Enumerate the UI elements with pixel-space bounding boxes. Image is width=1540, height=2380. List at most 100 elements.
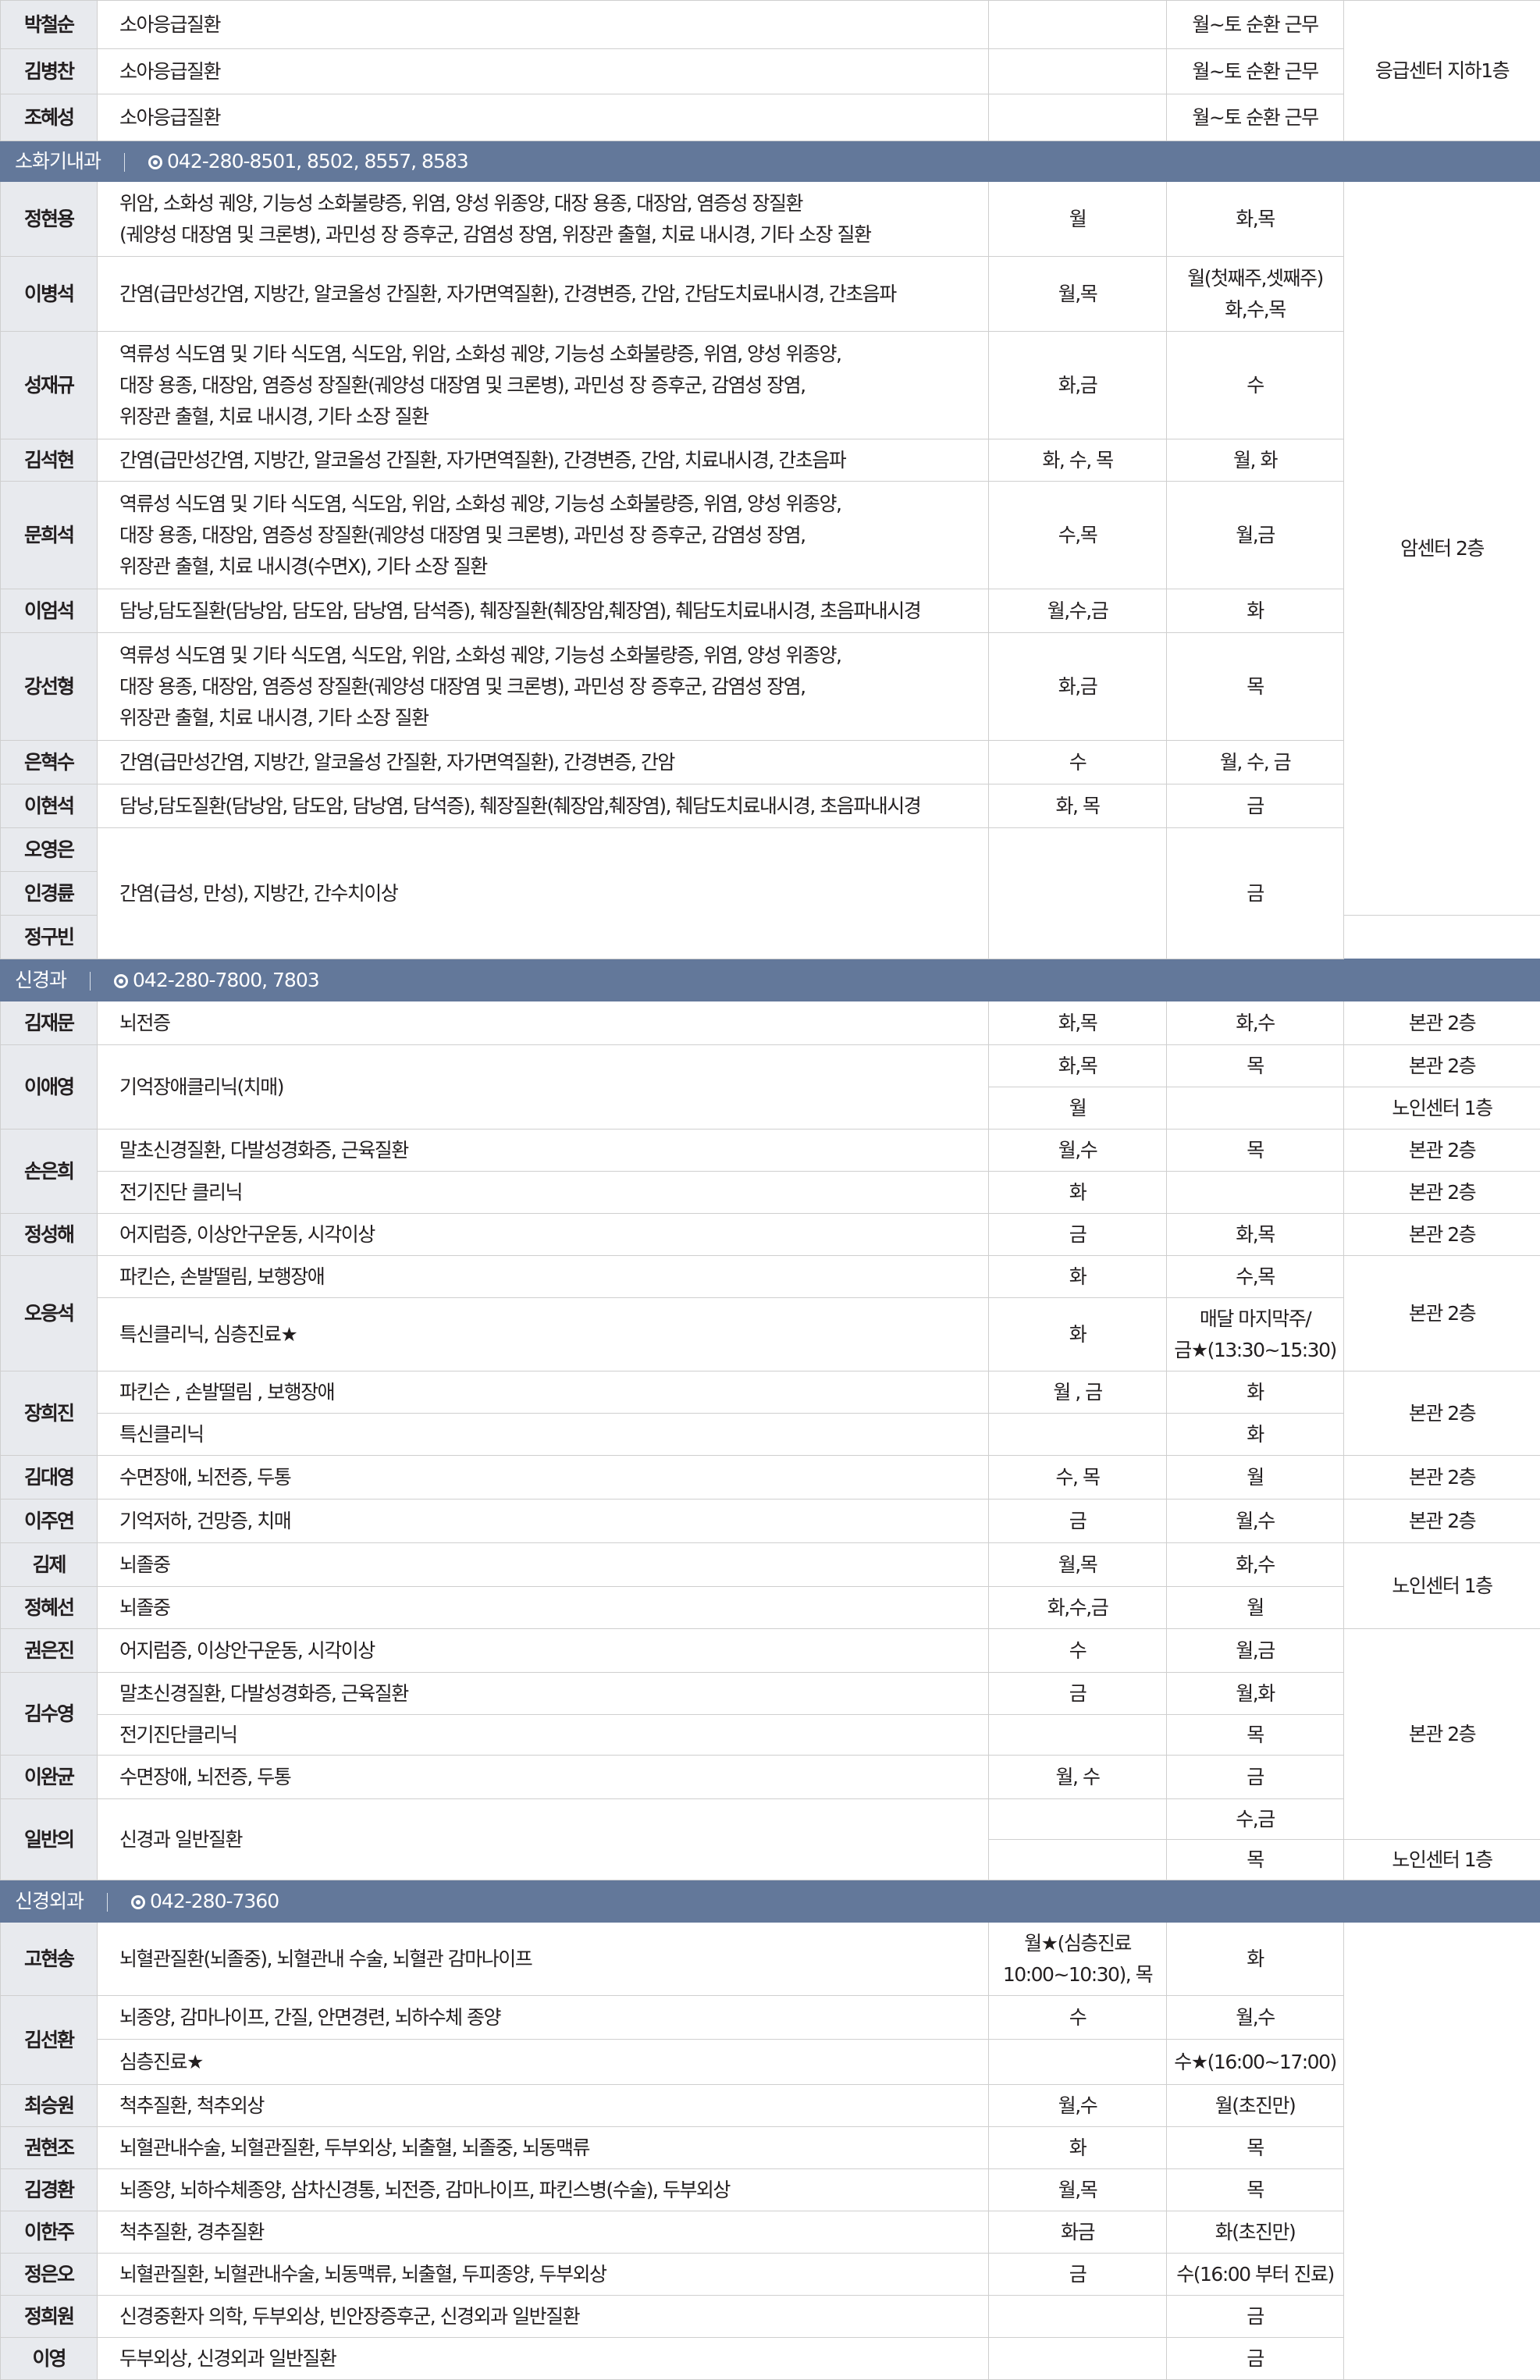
clinic-days-line: 매달 마지막주/ <box>1167 1304 1343 1335</box>
clinic-days: 수 <box>1167 332 1344 439</box>
specialty: 소아응급질환 <box>98 94 989 141</box>
clinic-days: 월,화 <box>1167 1673 1344 1715</box>
outpatient-days-line: 10:00~10:30), 목 <box>989 1959 1166 1990</box>
specialty: 뇌졸중 <box>98 1587 989 1629</box>
table-row: 일반의신경과 일반질환수,금본관 2층 <box>1 1799 1540 1840</box>
specialty: 두부외상, 신경외과 일반질환 <box>98 2338 989 2380</box>
specialty-line: 위장관 출혈, 치료 내시경(수면X), 기타 소장 질환 <box>119 551 988 582</box>
specialty: 기억저하, 건망증, 치매 <box>98 1500 989 1543</box>
table-row: 문희석역류성 식도염 및 기타 식도염, 식도암, 위암, 소화성 궤양, 기능… <box>1 482 1540 589</box>
doctor-name: 정혜선 <box>1 1587 98 1629</box>
table-row: 이병석간염(급만성간염, 지방간, 알코올성 간질환, 자가면역질환), 간경변… <box>1 257 1540 332</box>
department-name: 신경과 <box>15 969 66 991</box>
specialty: 뇌전증 <box>98 1001 989 1045</box>
location: 본관 2층 <box>1344 1371 1540 1456</box>
clinic-days: 월 <box>1167 1587 1344 1629</box>
outpatient-days <box>989 2040 1167 2085</box>
doctor-name: 김선환 <box>1 1996 98 2085</box>
doctor-name: 장희진 <box>1 1371 98 1456</box>
clinic-days: 월(초진만) <box>1167 2085 1344 2127</box>
table-row: 손은희말초신경질환, 다발성경화증, 근육질환월,수목본관 2층 <box>1 1130 1540 1172</box>
department-phone: 042-280-7360 <box>150 1890 279 1912</box>
specialty-line: 위장관 출혈, 치료 내시경, 기타 소장 질환 <box>119 401 988 432</box>
clinic-days: 화 <box>1167 589 1344 633</box>
specialty-line: 대장 용종, 대장암, 염증성 장질환(궤양성 대장염 및 크론병), 과민성 … <box>119 520 988 551</box>
specialty: 수면장애, 뇌전증, 두통 <box>98 1756 989 1799</box>
specialty: 말초신경질환, 다발성경화증, 근육질환 <box>98 1130 989 1172</box>
specialty: 간염(급만성간염, 지방간, 알코올성 간질환, 자가면역질환), 간경변증, … <box>98 741 989 784</box>
clinic-days: 금 <box>1167 2296 1344 2338</box>
specialty: 간염(급성, 만성), 지방간, 간수치이상 <box>98 828 989 959</box>
table-row: 김재문뇌전증화,목화,수본관 2층 <box>1 1001 1540 1045</box>
specialty: 말초신경질환, 다발성경화증, 근육질환 <box>98 1673 989 1715</box>
clinic-days: 수(16:00 부터 진료) <box>1167 2254 1344 2296</box>
clinic-days: 매달 마지막주/금★(13:30~15:30) <box>1167 1298 1344 1371</box>
specialty: 역류성 식도염 및 기타 식도염, 식도암, 위암, 소화성 궤양, 기능성 소… <box>98 633 989 741</box>
clinic-days: 월,금 <box>1167 482 1344 589</box>
specialty: 소아응급질환 <box>98 1 989 49</box>
outpatient-days: 월,수 <box>989 1130 1167 1172</box>
outpatient-days <box>989 1799 1167 1840</box>
location: 노인센터 1층 <box>1344 1543 1540 1629</box>
outpatient-days: 월 <box>989 182 1167 257</box>
specialty-line: 대장 용종, 대장암, 염증성 장질환(궤양성 대장염 및 크론병), 과민성 … <box>119 370 988 401</box>
doctor-name: 최승원 <box>1 2085 98 2127</box>
doctor-name: 강선형 <box>1 633 98 741</box>
department-name: 소화기내과 <box>15 150 101 173</box>
phone-icon <box>114 974 128 988</box>
specialty: 뇌종양, 감마나이프, 간질, 안면경련, 뇌하수체 종양 <box>98 1996 989 2040</box>
clinic-days <box>1167 1172 1344 1214</box>
outpatient-days: 화금 <box>989 2211 1167 2254</box>
outpatient-days <box>989 49 1167 94</box>
location: 본관 2층 <box>1344 1045 1540 1087</box>
location <box>1344 1923 1540 2380</box>
clinic-days: 화,수 <box>1167 1001 1344 1045</box>
table-row: 전기진단클리닉목 <box>1 1715 1540 1756</box>
specialty-line: 역류성 식도염 및 기타 식도염, 식도암, 위암, 소화성 궤양, 기능성 소… <box>119 339 988 370</box>
location: 본관 2층 <box>1344 1214 1540 1256</box>
outpatient-days: 금 <box>989 1500 1167 1543</box>
doctor-name: 정성해 <box>1 1214 98 1256</box>
specialty: 수면장애, 뇌전증, 두통 <box>98 1456 989 1500</box>
clinic-days: 금 <box>1167 2338 1344 2380</box>
outpatient-days: 화,금 <box>989 633 1167 741</box>
doctor-name: 이현석 <box>1 784 98 828</box>
clinic-days: 월, 수, 금 <box>1167 741 1344 784</box>
outpatient-days: 화,수,금 <box>989 1587 1167 1629</box>
department-phone: 042-280-8501, 8502, 8557, 8583 <box>167 150 468 173</box>
doctor-name: 오응석 <box>1 1256 98 1371</box>
department-header: 신경외과 042-280-7360 <box>1 1880 1540 1923</box>
location: 본관 2층 <box>1344 1629 1540 1840</box>
doctor-name: 고현송 <box>1 1923 98 1996</box>
clinic-days: 목 <box>1167 1045 1344 1087</box>
specialty: 역류성 식도염 및 기타 식도염, 식도암, 위암, 소화성 궤양, 기능성 소… <box>98 482 989 589</box>
table-row: 정혜선뇌졸중화,수,금월 <box>1 1587 1540 1629</box>
location: 본관 2층 <box>1344 1001 1540 1045</box>
department-name: 신경외과 <box>15 1890 84 1912</box>
clinic-days: 월~토 순환 근무 <box>1167 1 1344 49</box>
specialty: 뇌졸중 <box>98 1543 989 1587</box>
clinic-days: 화,목 <box>1167 182 1344 257</box>
doctor-name: 문희석 <box>1 482 98 589</box>
location: 본관 2층 <box>1344 1256 1540 1371</box>
doctor-name: 성재규 <box>1 332 98 439</box>
doctor-name: 인경륜 <box>1 872 98 916</box>
specialty: 신경중환자 의학, 두부외상, 빈안장증후군, 신경외과 일반질환 <box>98 2296 989 2338</box>
doctor-name: 이완균 <box>1 1756 98 1799</box>
table-row: 정성해어지럼증, 이상안구운동, 시각이상금화,목본관 2층 <box>1 1214 1540 1256</box>
table-row: 이주연기억저하, 건망증, 치매금월,수본관 2층 <box>1 1500 1540 1543</box>
specialty: 간염(급만성간염, 지방간, 알코올성 간질환, 자가면역질환), 간경변증, … <box>98 257 989 332</box>
doctor-name: 이엄석 <box>1 589 98 633</box>
doctor-name: 김재문 <box>1 1001 98 1045</box>
outpatient-days <box>989 1840 1167 1880</box>
specialty: 뇌혈관질환(뇌졸중), 뇌혈관내 수술, 뇌혈관 감마나이프 <box>98 1923 989 1996</box>
doctor-name: 이영 <box>1 2338 98 2380</box>
doctor-name: 권현조 <box>1 2127 98 2169</box>
location: 암센터 2층 <box>1344 182 1540 916</box>
table-row: 전기진단 클리닉화본관 2층 <box>1 1172 1540 1214</box>
table-row: 김대영수면장애, 뇌전증, 두통수, 목월본관 2층 <box>1 1456 1540 1500</box>
outpatient-days: 화,목 <box>989 1045 1167 1087</box>
specialty-line: 역류성 식도염 및 기타 식도염, 식도암, 위암, 소화성 궤양, 기능성 소… <box>119 640 988 671</box>
outpatient-days: 월,수 <box>989 2085 1167 2127</box>
table-row: 이애영기억장애클리닉(치매)화,목목본관 2층 <box>1 1045 1540 1087</box>
